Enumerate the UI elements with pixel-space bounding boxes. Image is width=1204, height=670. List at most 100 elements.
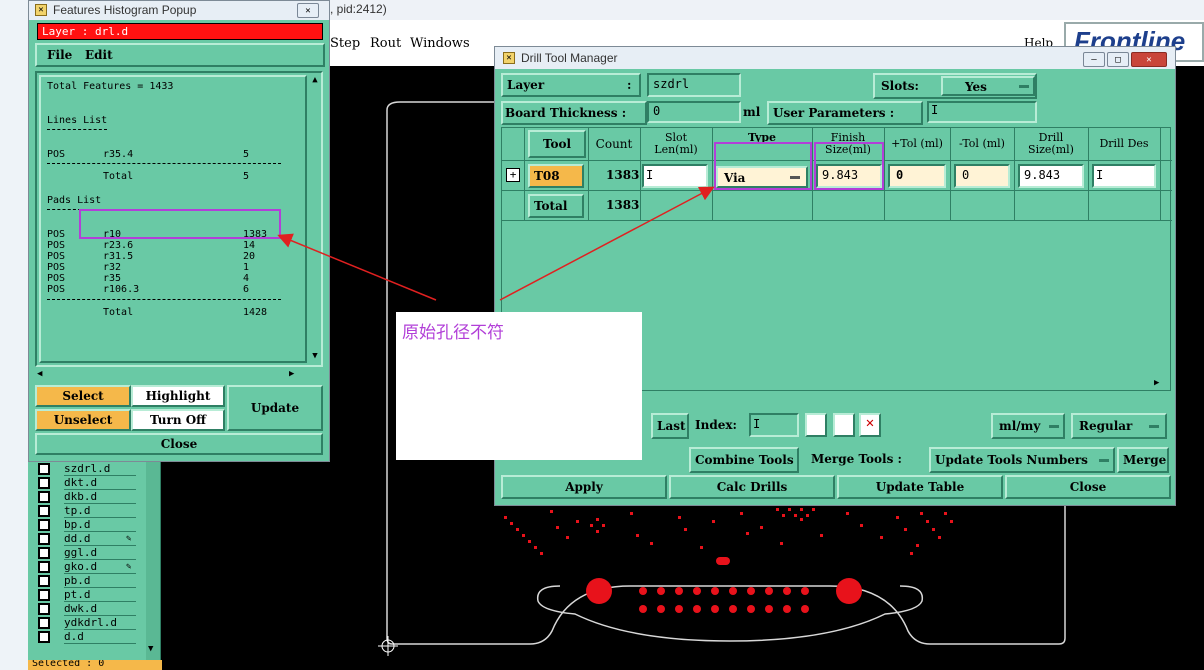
drill-close-button[interactable]: Close <box>1005 475 1171 499</box>
layer-checkbox-icon[interactable] <box>38 630 50 643</box>
col-tool[interactable]: Tool <box>528 130 586 158</box>
layer-row[interactable]: dkb.d <box>34 490 138 504</box>
combine-tools-button[interactable]: Combine Tools <box>689 447 799 473</box>
minus-tol-input[interactable]: 0 <box>954 164 1010 188</box>
layer-value-field[interactable]: szdrl <box>647 73 741 97</box>
layer-row[interactable]: szdrl.d <box>34 461 138 476</box>
board-thickness-value: 0 <box>653 104 661 118</box>
layer-row[interactable]: pt.d <box>34 588 138 602</box>
slots-dropdown[interactable]: Yes <box>941 76 1035 96</box>
col-plus-tol[interactable]: +Tol (ml) <box>886 130 948 158</box>
menu-windows[interactable]: Windows <box>410 36 470 51</box>
refresh-icon[interactable] <box>833 413 855 437</box>
layer-row[interactable]: ydkdrl.d <box>34 616 138 630</box>
mode-dropdown[interactable]: Regular <box>1071 413 1167 439</box>
minimize-icon[interactable]: – <box>1083 52 1105 67</box>
histogram-hscrollbar[interactable]: ◀ ▶ <box>37 369 323 381</box>
drill-des-input[interactable]: I <box>1092 164 1156 188</box>
delete-icon[interactable]: ✕ <box>859 413 881 437</box>
user-params-input[interactable]: I <box>927 101 1037 123</box>
scroll-right-icon[interactable]: ▶ <box>289 369 294 379</box>
histogram-vscrollbar[interactable]: ▲ ▼ <box>309 75 321 363</box>
layer-row[interactable]: ggl.d <box>34 546 138 560</box>
drill-size-value: 9.843 <box>1024 168 1061 182</box>
turn-off-button[interactable]: Turn Off <box>131 409 225 431</box>
index-input[interactable]: I <box>749 413 799 437</box>
update-button[interactable]: Update <box>227 385 323 431</box>
layer-checkbox-icon[interactable] <box>38 560 50 573</box>
layer-checkbox-icon[interactable] <box>38 574 50 587</box>
layer-checkbox-icon[interactable] <box>38 462 50 475</box>
pad-row-pol: POS <box>47 262 66 273</box>
layer-checkbox-icon[interactable] <box>38 602 50 615</box>
histogram-text-frame: Total Features = 1433 Lines List POS r35… <box>39 75 307 363</box>
menu-step[interactable]: Step <box>330 36 360 51</box>
layer-scroll-down-icon[interactable]: ▼ <box>148 644 153 654</box>
layer-name: pt.d <box>64 588 136 602</box>
col-minus-tol[interactable]: -Tol (ml) <box>952 130 1012 158</box>
histogram-titlebar[interactable]: ✕ Features Histogram Popup ✕ <box>29 1 329 20</box>
layer-row[interactable]: dkt.d <box>34 476 138 490</box>
layer-checkbox-icon[interactable] <box>38 476 50 489</box>
select-button[interactable]: Select <box>35 385 131 407</box>
col-drill-size[interactable]: Drill Size(ml) <box>1016 130 1086 158</box>
close-icon[interactable]: ✕ <box>1131 52 1167 67</box>
calc-drills-button[interactable]: Calc Drills <box>669 475 835 499</box>
highlight-box-finish <box>814 142 884 190</box>
update-tools-numbers-dropdown[interactable]: Update Tools Numbers <box>929 447 1115 473</box>
merge-button[interactable]: Merge <box>1117 447 1169 473</box>
last-button[interactable]: Last <box>651 413 689 439</box>
annotation-text: 原始孔径不符 <box>402 323 504 343</box>
update-tools-numbers-label: Update Tools Numbers <box>935 453 1088 467</box>
layer-checkbox-icon[interactable] <box>38 490 50 503</box>
update-table-button[interactable]: Update Table <box>837 475 1003 499</box>
close-icon[interactable]: ✕ <box>297 3 319 18</box>
layer-row[interactable]: pb.d <box>34 574 138 588</box>
col-slot-len[interactable]: Slot Len(ml) <box>642 130 710 158</box>
units-dropdown[interactable]: ml/my <box>991 413 1065 439</box>
col-drill-des[interactable]: Drill Des <box>1090 130 1158 158</box>
scroll-up-icon[interactable]: ▲ <box>309 75 321 87</box>
user-params-button[interactable]: User Parameters : <box>767 101 923 125</box>
col-count[interactable]: Count <box>590 130 638 158</box>
layer-row[interactable]: bp.d <box>34 518 138 532</box>
slot-len-input[interactable]: I <box>642 164 708 188</box>
layer-row[interactable]: gko.d ✎ <box>34 560 138 574</box>
menu-rout[interactable]: Rout <box>370 36 401 51</box>
layer-name: dwk.d <box>64 602 136 616</box>
layer-row[interactable]: dwk.d <box>34 602 138 616</box>
histogram-close-button[interactable]: Close <box>35 433 323 455</box>
board-thickness-input[interactable]: 0 <box>647 101 741 123</box>
layer-checkbox-icon[interactable] <box>38 518 50 531</box>
layer-checkbox-icon[interactable] <box>38 546 50 559</box>
layer-checkbox-icon[interactable] <box>38 588 50 601</box>
layer-row[interactable]: dd.d ✎ <box>34 532 138 546</box>
pads-total-value: 1428 <box>243 307 268 318</box>
scroll-left-icon[interactable]: ◀ <box>37 369 42 379</box>
pencil-icon: ✎ <box>126 561 132 572</box>
scroll-down-icon[interactable]: ▼ <box>309 351 321 363</box>
layer-row[interactable]: d.d <box>34 630 138 644</box>
layer-list-scrollbar[interactable]: ▼ <box>146 462 160 660</box>
highlight-button[interactable]: Highlight <box>131 385 225 407</box>
menu-file[interactable]: File <box>47 48 72 62</box>
drill-titlebar[interactable]: ✕ Drill Tool Manager – □ ✕ <box>495 47 1175 69</box>
layer-checkbox-icon[interactable] <box>38 504 50 517</box>
find-icon[interactable] <box>805 413 827 437</box>
text-cursor-icon: I <box>1096 168 1104 182</box>
dropdown-icon <box>1099 459 1109 462</box>
drill-size-input[interactable]: 9.843 <box>1018 164 1084 188</box>
maximize-icon[interactable]: □ <box>1107 52 1129 67</box>
layer-checkbox-icon[interactable] <box>38 616 50 629</box>
layer-row[interactable]: tp.d <box>34 504 138 518</box>
scroll-right-icon[interactable]: ▶ <box>1154 378 1159 388</box>
board-thickness-unit: ml <box>743 105 761 119</box>
menu-edit[interactable]: Edit <box>85 48 113 62</box>
row-expand-icon[interactable]: + <box>506 168 520 182</box>
plus-tol-input[interactable]: 0 <box>888 164 946 188</box>
layer-checkbox-icon[interactable] <box>38 532 50 545</box>
apply-button[interactable]: Apply <box>501 475 667 499</box>
unselect-button[interactable]: Unselect <box>35 409 131 431</box>
large-pad-right <box>836 578 862 604</box>
tool-cell[interactable]: T08 <box>528 164 584 188</box>
